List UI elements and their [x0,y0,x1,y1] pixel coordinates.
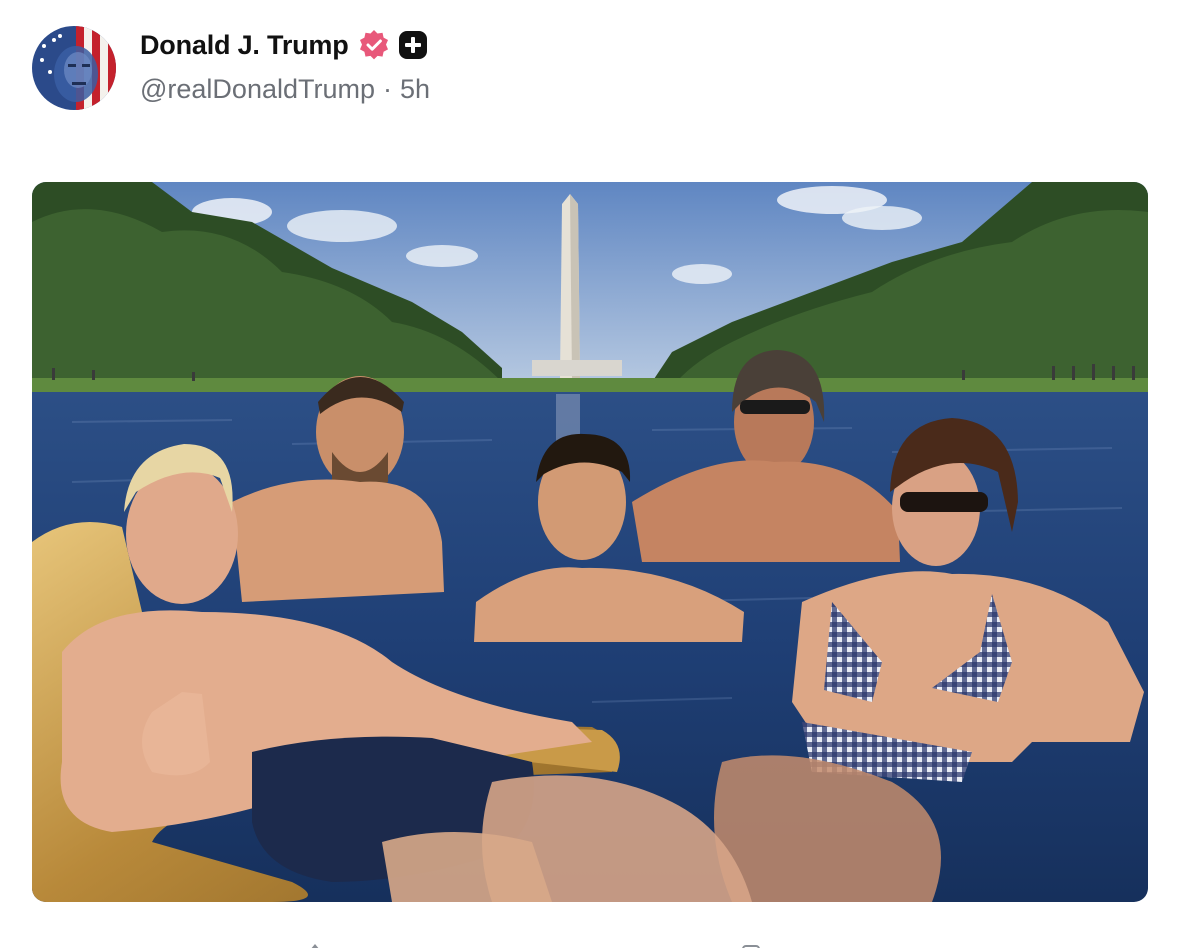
author-avatar[interactable] [32,26,116,110]
post-image[interactable] [32,182,1148,902]
meta-separator: · [383,74,392,104]
post-card: Donald J. Trump @realDonaldTrump · 5h [0,0,1180,948]
author-meta-row: @realDonaldTrump · 5h [140,74,430,105]
reply-icon[interactable] [304,942,326,948]
author-handle[interactable]: @realDonaldTrump [140,74,375,105]
verified-badge-icon [359,30,388,60]
photo-pool-scene [32,182,1148,902]
plus-badge-icon [398,31,427,59]
flag-portrait-icon [32,26,116,110]
post-action-bar [0,936,1180,948]
author-display-name[interactable]: Donald J. Trump [140,30,349,61]
post-timestamp[interactable]: 5h [400,74,430,105]
repost-icon[interactable] [740,942,762,948]
author-name-row: Donald J. Trump [140,26,429,64]
